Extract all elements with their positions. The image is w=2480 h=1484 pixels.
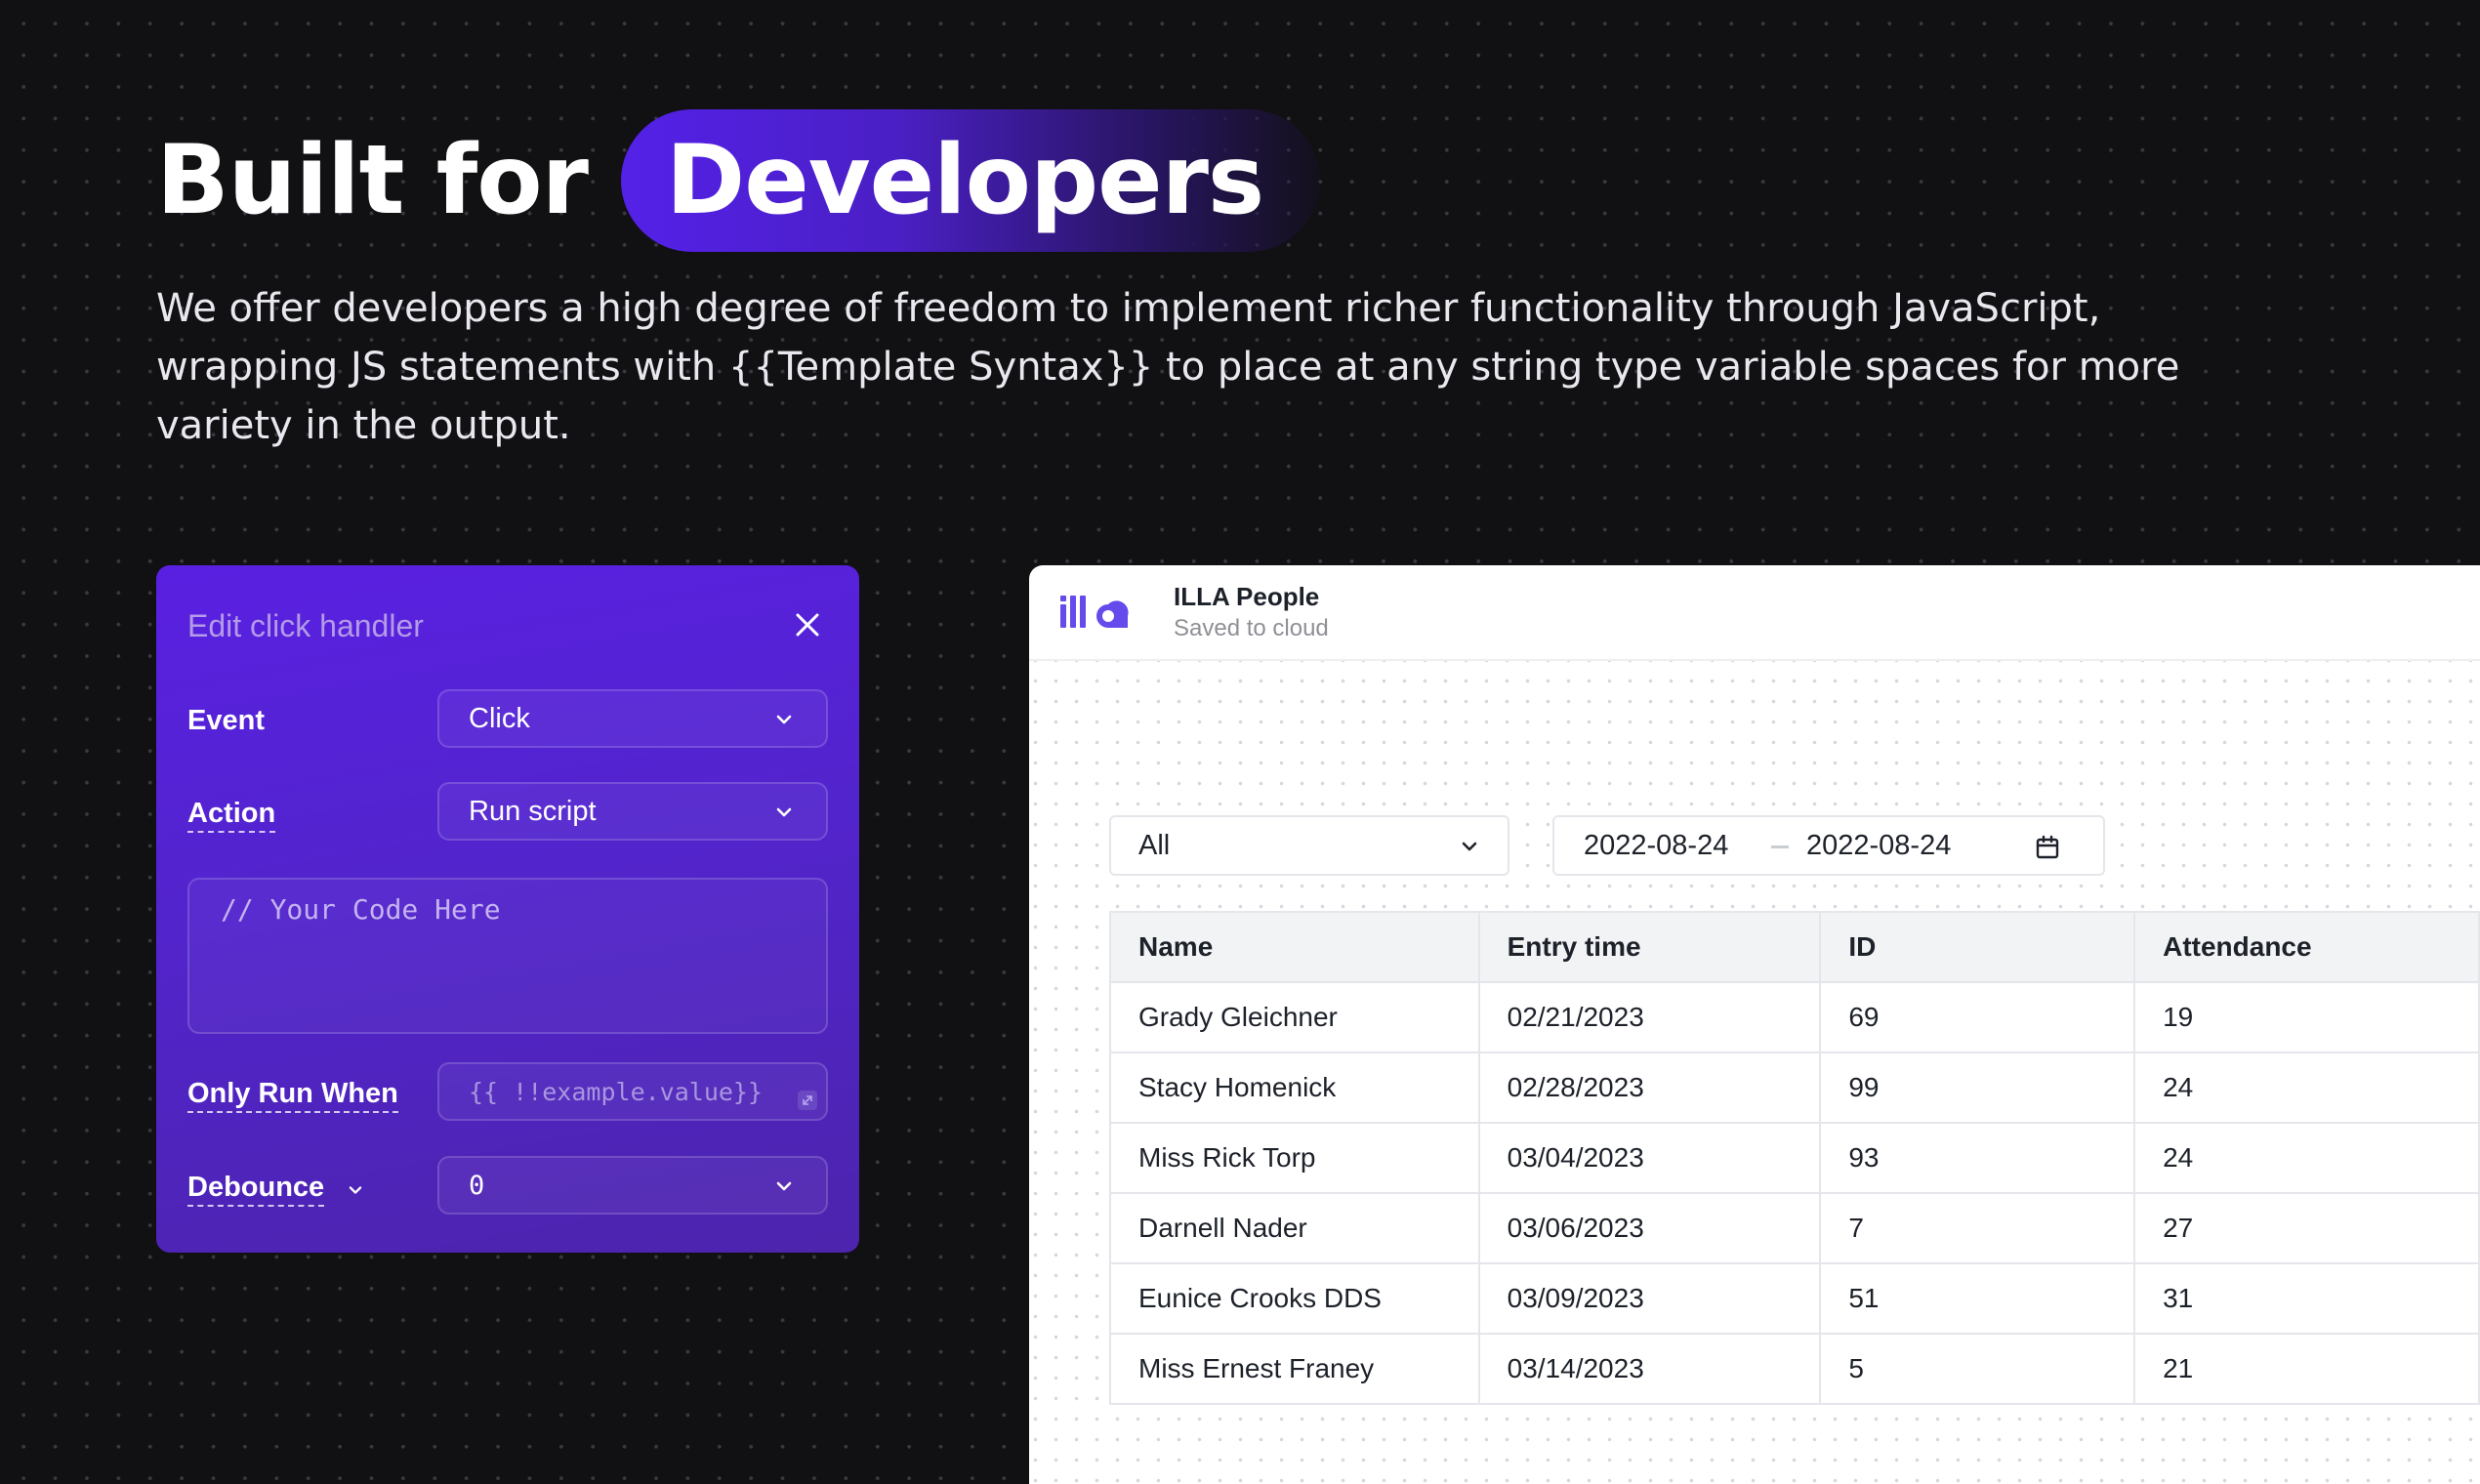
hero-description: We offer developers a high degree of fre… [156, 286, 2180, 448]
event-select[interactable]: Click [437, 689, 828, 748]
table-row[interactable]: Eunice Crooks DDS 03/09/2023 51 31 [1109, 1262, 2480, 1335]
cell-name: Eunice Crooks DDS [1109, 1262, 1480, 1335]
column-header[interactable]: Attendance [2133, 911, 2480, 983]
filter-select[interactable]: All [1109, 815, 1509, 876]
expand-icon[interactable] [797, 1090, 818, 1111]
cell-attendance: 19 [2133, 981, 2480, 1053]
event-row: Event Click [187, 689, 828, 752]
people-table: Name Entry time ID Attendance Grady Glei… [1109, 911, 2480, 1405]
cell-entry-time: 02/21/2023 [1477, 981, 1822, 1053]
cell-id: 7 [1819, 1192, 2136, 1264]
cell-attendance: 27 [2133, 1192, 2480, 1264]
code-editor[interactable]: // Your Code Here [187, 878, 828, 1034]
save-status: Saved to cloud [1174, 615, 1329, 641]
only-run-when-placeholder: {{ !!example.value}} [469, 1077, 764, 1106]
chevron-down-icon [349, 1186, 362, 1194]
hero-title: Built for Developers [156, 109, 1321, 252]
table-row[interactable]: Darnell Nader 03/06/2023 7 27 [1109, 1192, 2480, 1264]
cell-id: 51 [1819, 1262, 2136, 1335]
debounce-label[interactable]: Debounce [187, 1156, 363, 1218]
cell-name: Grady Gleichner [1109, 981, 1480, 1053]
code-placeholder: // Your Code Here [221, 893, 501, 926]
calendar-icon[interactable] [2035, 835, 2060, 860]
only-run-when-row: Only Run When {{ !!example.value}} [187, 1062, 828, 1125]
table-row[interactable]: Grady Gleichner 02/21/2023 69 19 [1109, 981, 2480, 1053]
cell-entry-time: 03/14/2023 [1477, 1333, 1822, 1405]
cell-entry-time: 03/04/2023 [1477, 1122, 1822, 1194]
cell-name: Stacy Homenick [1109, 1051, 1480, 1124]
only-run-when-label: Only Run When [187, 1062, 398, 1125]
illa-logo [1060, 596, 1129, 628]
chevron-down-icon [776, 715, 792, 724]
action-label: Action [187, 782, 276, 845]
app-window: ILLA People Saved to cloud All 2022-08-2… [1029, 565, 2480, 1484]
only-run-when-input[interactable]: {{ !!example.value}} [437, 1062, 828, 1121]
column-header[interactable]: Entry time [1477, 911, 1822, 983]
cell-attendance: 31 [2133, 1262, 2480, 1335]
event-label: Event [187, 705, 265, 736]
cell-id: 93 [1819, 1122, 2136, 1194]
filter-value: All [1138, 829, 1171, 861]
cell-id: 69 [1819, 981, 2136, 1053]
hero-title-prefix: Built for [156, 125, 589, 236]
action-row: Action Run script [187, 782, 828, 845]
cell-id: 99 [1819, 1051, 2136, 1124]
chevron-down-icon [1462, 842, 1477, 851]
app-name: ILLA People [1174, 582, 1320, 611]
cell-entry-time: 03/06/2023 [1477, 1192, 1822, 1264]
cell-attendance: 21 [2133, 1333, 2480, 1405]
cell-attendance: 24 [2133, 1122, 2480, 1194]
cell-name: Miss Ernest Franey [1109, 1333, 1480, 1405]
cell-name: Miss Rick Torp [1109, 1122, 1480, 1194]
app-topbar: ILLA People Saved to cloud [1029, 565, 2480, 661]
panel-title: Edit click handler [187, 608, 424, 643]
debounce-select[interactable]: 0 [437, 1156, 828, 1215]
cell-attendance: 24 [2133, 1051, 2480, 1124]
close-icon[interactable] [795, 612, 820, 638]
click-handler-panel: Edit click handler Event Click Action Ru… [156, 565, 859, 1253]
date-range-start[interactable]: 2022-08-24 [1584, 830, 1728, 862]
column-header[interactable]: Name [1109, 911, 1480, 983]
cell-entry-time: 02/28/2023 [1477, 1051, 1822, 1124]
cell-id: 5 [1819, 1333, 2136, 1405]
debounce-value: 0 [469, 1170, 485, 1201]
cell-name: Darnell Nader [1109, 1192, 1480, 1264]
event-value: Click [469, 702, 530, 734]
table-header-row: Name Entry time ID Attendance [1109, 911, 2480, 983]
date-range-picker[interactable]: 2022-08-24 2022-08-24 [1552, 815, 2105, 876]
table-row[interactable]: Miss Rick Torp 03/04/2023 93 24 [1109, 1122, 2480, 1194]
debounce-row: Debounce 0 [187, 1156, 828, 1218]
table-row[interactable]: Miss Ernest Franey 03/14/2023 5 21 [1109, 1333, 2480, 1405]
table-row[interactable]: Stacy Homenick 02/28/2023 99 24 [1109, 1051, 2480, 1124]
chevron-down-icon [776, 807, 792, 817]
hero-title-highlight: Developers [620, 109, 1321, 252]
cell-entry-time: 03/09/2023 [1477, 1262, 1822, 1335]
column-header[interactable]: ID [1819, 911, 2136, 983]
action-value: Run script [469, 795, 597, 827]
date-range-end[interactable]: 2022-08-24 [1806, 830, 1951, 862]
action-select[interactable]: Run script [437, 782, 828, 841]
chevron-down-icon [776, 1181, 792, 1191]
app-canvas: All 2022-08-24 2022-08-24 Name Entry tim… [1029, 661, 2480, 1484]
date-range-separator [1771, 845, 1789, 848]
